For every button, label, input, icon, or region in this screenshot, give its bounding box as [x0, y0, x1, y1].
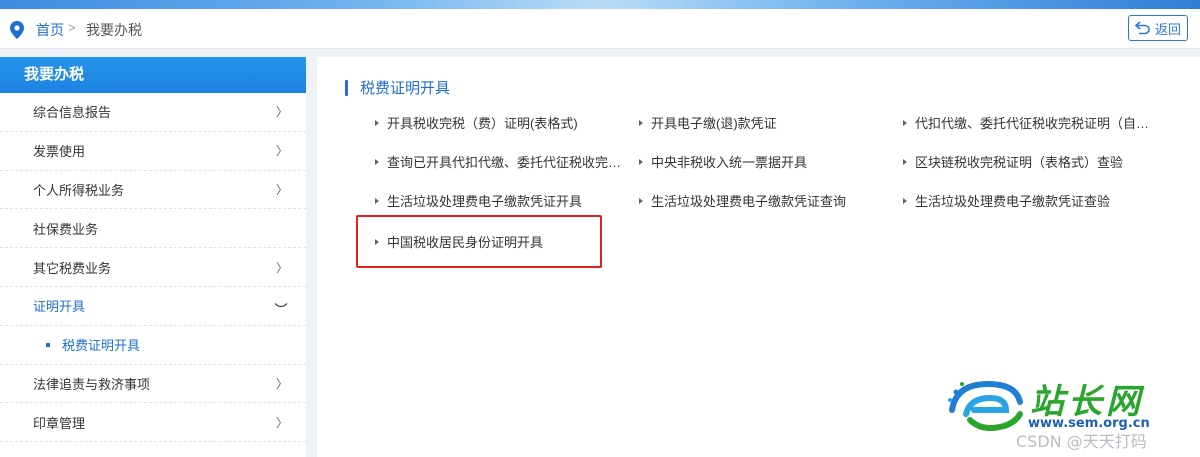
triangle-right-icon: [903, 197, 907, 204]
link-withholding-certificate[interactable]: 代扣代缴、委托代征税收完税证明（自…: [903, 113, 1157, 132]
triangle-right-icon: [903, 158, 907, 165]
link-garbage-fee-query[interactable]: 生活垃圾处理费电子缴款凭证查询: [639, 191, 879, 210]
chevron-right-icon: 〉: [275, 260, 288, 275]
triangle-right-icon: [639, 197, 643, 204]
watermark-csdn: CSDN @天天打码: [1016, 432, 1147, 451]
sidebar-item-certificate-issuance[interactable]: 证明开具: [0, 287, 306, 326]
chevron-down-icon: [274, 302, 288, 308]
triangle-right-icon: [903, 119, 907, 126]
chevron-right-icon: 〉: [275, 415, 288, 430]
sidebar: 我要办税 综合信息报告 〉 发票使用 〉 个人所得税业务 〉 社保费业务 其它税…: [0, 57, 306, 457]
sidebar-item-label: 印章管理: [33, 415, 86, 431]
link-electronic-payment-voucher[interactable]: 开具电子缴(退)款凭证: [639, 113, 879, 132]
return-arrow-icon: [1134, 21, 1150, 35]
sidebar-subitem-tax-certificate[interactable]: 税费证明开具: [0, 326, 306, 365]
link-garbage-fee-verify[interactable]: 生活垃圾处理费电子缴款凭证查验: [903, 191, 1143, 210]
section-title: 税费证明开具: [345, 77, 450, 98]
section-title-text: 税费证明开具: [360, 80, 451, 97]
sidebar-item-label: 其它税费业务: [33, 260, 112, 276]
section-title-marker: [345, 79, 348, 96]
chevron-right-icon: 〉: [275, 182, 288, 197]
sidebar-item-label: 法律追责与救济事项: [33, 376, 151, 392]
triangle-right-icon: [375, 197, 379, 204]
link-blockchain-verify[interactable]: 区块链税收完税证明（表格式）查验: [903, 152, 1163, 171]
sidebar-title: 我要办税: [0, 57, 306, 93]
back-button[interactable]: 返回: [1128, 15, 1188, 41]
triangle-right-icon: [375, 119, 379, 126]
site-logo-icon: [948, 380, 1023, 431]
triangle-right-icon: [375, 158, 379, 165]
sidebar-item-label: 个人所得税业务: [33, 182, 125, 198]
location-pin-icon: [10, 21, 24, 39]
sidebar-item-comprehensive-report[interactable]: 综合信息报告 〉: [0, 93, 306, 132]
link-garbage-fee-issue[interactable]: 生活垃圾处理费电子缴款凭证开具: [375, 191, 615, 210]
triangle-right-icon: [639, 158, 643, 165]
link-tax-payment-certificate[interactable]: 开具税收完税（费）证明(表格式): [375, 113, 615, 132]
breadcrumb-current: 我要办税: [86, 22, 142, 38]
link-central-non-tax-receipt[interactable]: 中央非税收入统一票据开具: [639, 152, 879, 171]
sidebar-item-legal-remedy[interactable]: 法律追责与救济事项 〉: [0, 365, 306, 404]
sidebar-item-label: 证明开具: [33, 299, 86, 315]
breadcrumb: 首页 > 我要办税 返回: [0, 9, 1200, 49]
sidebar-item-label: 综合信息报告: [33, 105, 112, 121]
sidebar-item-seal-management[interactable]: 印章管理 〉: [0, 403, 306, 443]
chevron-right-icon: 〉: [275, 105, 288, 120]
sidebar-item-label: 社保费业务: [33, 221, 99, 237]
back-button-label: 返回: [1154, 21, 1181, 37]
sidebar-item-personal-income-tax[interactable]: 个人所得税业务 〉: [0, 171, 306, 210]
chevron-right-icon: 〉: [275, 144, 288, 159]
highlight-annotation-box: [356, 215, 602, 268]
link-query-withholding[interactable]: 查询已开具代扣代缴、委托代征税收完…: [375, 152, 629, 171]
breadcrumb-separator: >: [68, 20, 76, 35]
breadcrumb-home-link[interactable]: 首页: [36, 20, 64, 40]
triangle-right-icon: [639, 119, 643, 126]
bullet-icon: [46, 342, 50, 347]
sidebar-item-social-security[interactable]: 社保费业务: [0, 209, 306, 249]
sidebar-item-other-tax[interactable]: 其它税费业务 〉: [0, 248, 306, 287]
sidebar-item-invoice-use[interactable]: 发票使用 〉: [0, 132, 306, 171]
sidebar-subitem-label: 税费证明开具: [62, 338, 141, 354]
top-banner-strip: [0, 0, 1200, 9]
chevron-right-icon: 〉: [275, 376, 288, 391]
sidebar-item-label: 发票使用: [33, 144, 86, 160]
